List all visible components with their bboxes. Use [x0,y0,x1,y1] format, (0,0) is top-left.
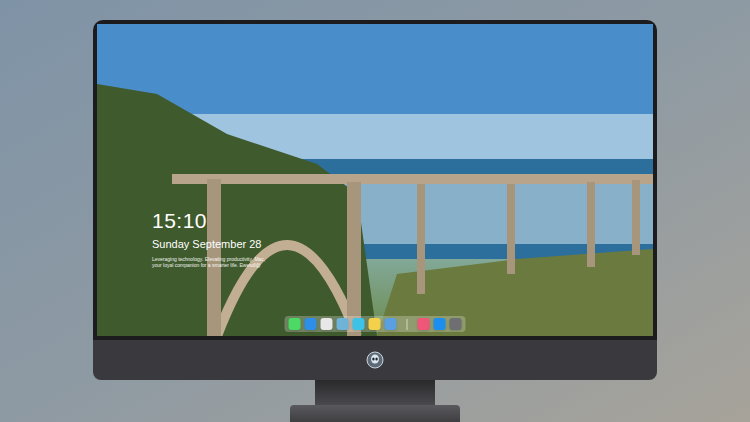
dock-app-icon[interactable] [305,318,317,330]
dock-app-icon[interactable] [450,318,462,330]
monitor-chin [93,340,657,380]
clock-time: 15:10 [152,209,267,233]
monitor-bezel: 15:10 Sunday September 28 Leveraging techn… [93,20,657,340]
dock-app-icon[interactable] [353,318,365,330]
logo-icon [366,351,384,369]
dock-app-icon[interactable] [321,318,333,330]
tagline: Leveraging technology. Elevating product… [152,256,267,268]
dock-separator [407,319,408,330]
clock-date: Sunday September 28 [152,237,267,251]
dock-app-icon[interactable] [385,318,397,330]
monitor-base [290,405,460,422]
dock-app-icon[interactable] [418,318,430,330]
dock-app-icon[interactable] [337,318,349,330]
clock-widget: 15:10 Sunday September 28 Leveraging techn… [152,209,267,268]
monitor-neck [315,380,435,405]
dock-app-icon[interactable] [369,318,381,330]
wallpaper-photo [97,24,653,336]
monitor: 15:10 Sunday September 28 Leveraging techn… [93,20,657,422]
dock [285,316,466,332]
dock-app-icon[interactable] [289,318,301,330]
screen: 15:10 Sunday September 28 Leveraging techn… [97,24,653,336]
dock-app-icon[interactable] [434,318,446,330]
